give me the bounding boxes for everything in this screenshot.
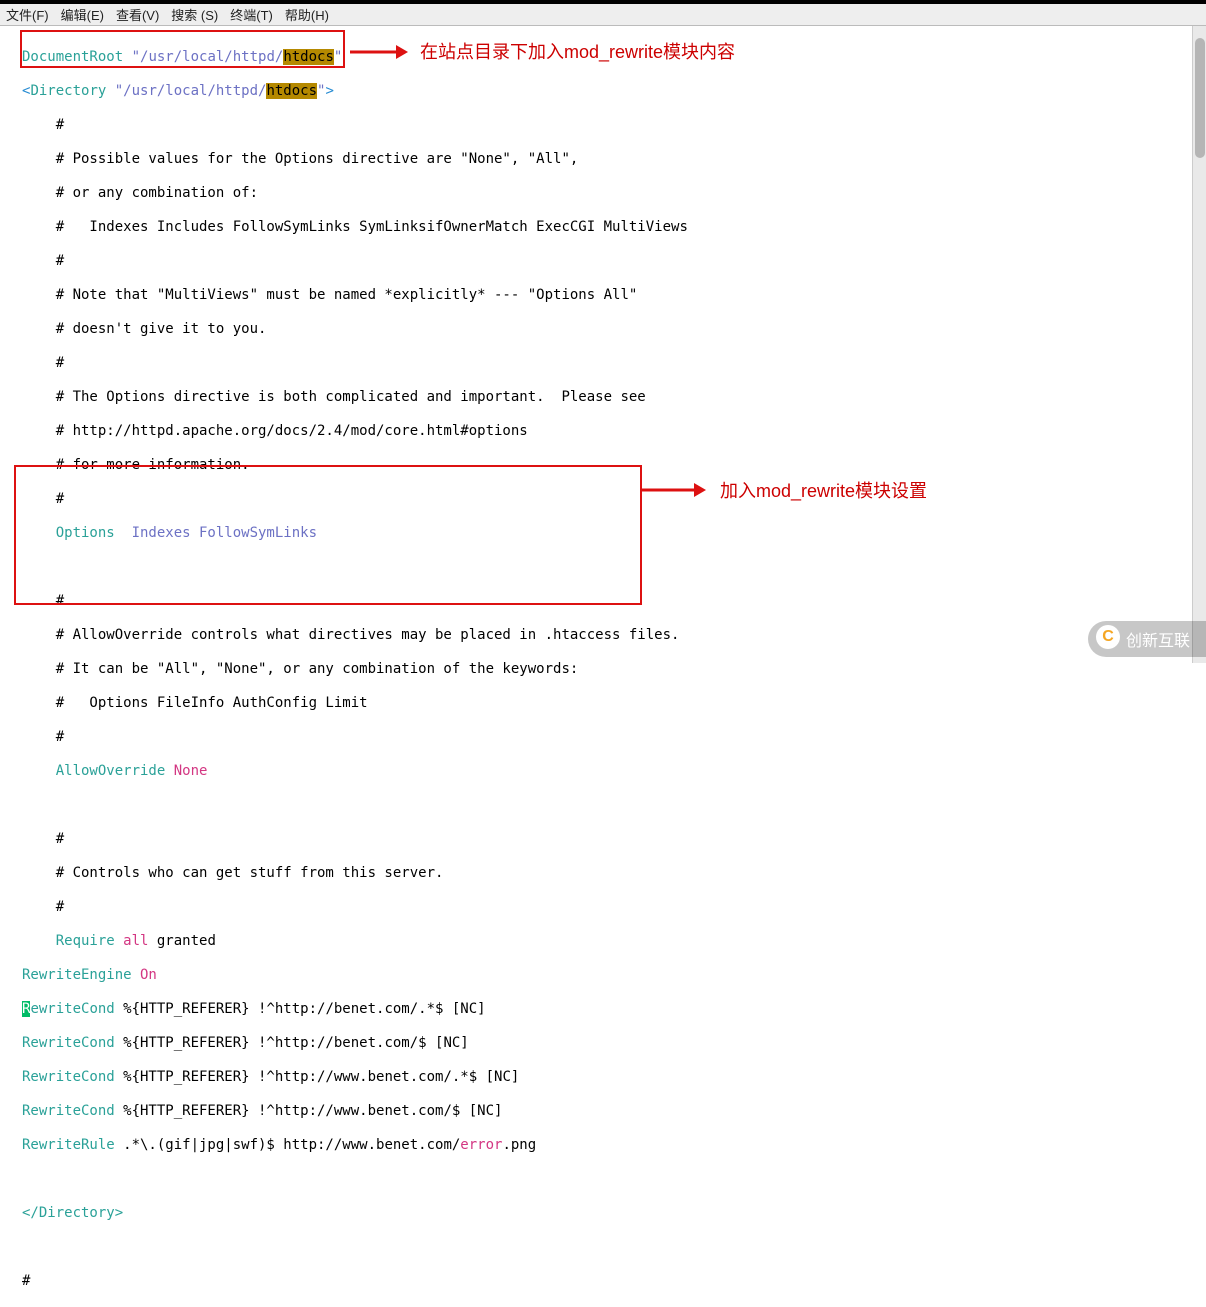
comment-line: # It can be "All", "None", or any combin… xyxy=(22,661,1206,678)
docroot-htdocs-highlight: htdocs xyxy=(283,49,334,65)
directive-allowoverride: AllowOverride xyxy=(22,763,165,779)
menu-edit[interactable]: 编辑(E) xyxy=(61,5,104,24)
comment-line: # xyxy=(22,491,1206,508)
annotation-text-2: 加入mod_rewrite模块设置 xyxy=(720,477,927,503)
options-value: Indexes FollowSymLinks xyxy=(115,525,317,541)
rewrite-cond-args: %{HTTP_REFERER} !^http://benet.com/.*$ [… xyxy=(115,1001,486,1017)
docroot-path-suffix: " xyxy=(334,49,342,65)
directive-rewrite-cond: ewriteCond xyxy=(30,1001,114,1017)
docroot-path-prefix: "/usr/local/httpd/ xyxy=(132,49,284,65)
directive-rewrite-cond: RewriteCond xyxy=(22,1103,115,1119)
rewrite-engine-value: On xyxy=(132,967,157,983)
comment-line: # Options FileInfo AuthConfig Limit xyxy=(22,695,1206,712)
menu-help[interactable]: 帮助(H) xyxy=(285,5,329,24)
watermark-icon: C xyxy=(1096,625,1120,649)
watermark-text: 创新互联 xyxy=(1126,627,1190,651)
menu-search[interactable]: 搜索 (S) xyxy=(171,5,218,24)
allowoverride-value: None xyxy=(165,763,207,779)
menu-view[interactable]: 查看(V) xyxy=(116,5,159,24)
comment-line: # or any combination of: xyxy=(22,185,1206,202)
menu-file[interactable]: 文件(F) xyxy=(6,5,49,24)
comment-line: # for more information. xyxy=(22,457,1206,474)
menu-terminal[interactable]: 终端(T) xyxy=(230,5,273,24)
comment-line: # xyxy=(22,831,1206,848)
directive-directory: Directory xyxy=(30,83,106,99)
directory-path-prefix: "/usr/local/httpd/ xyxy=(106,83,266,99)
require-granted: granted xyxy=(148,933,215,949)
require-all: all xyxy=(115,933,149,949)
directory-close-tag: </Directory> xyxy=(22,1205,123,1221)
directive-require: Require xyxy=(22,933,115,949)
directive-documentroot: DocumentRoot xyxy=(22,49,123,65)
comment-line: # xyxy=(22,355,1206,372)
comment-line: # AllowOverride controls what directives… xyxy=(22,627,1206,644)
blank-line xyxy=(22,559,1206,576)
comment-line: # xyxy=(22,117,1206,134)
comment-line: # xyxy=(22,899,1206,916)
comment-line: # http://httpd.apache.org/docs/2.4/mod/c… xyxy=(22,423,1206,440)
menubar: 文件(F) 编辑(E) 查看(V) 搜索 (S) 终端(T) 帮助(H) xyxy=(0,4,1206,26)
blank-line xyxy=(22,797,1206,814)
trailing-hash: # xyxy=(22,1273,1206,1290)
scrollbar[interactable] xyxy=(1192,26,1206,663)
comment-line: # Indexes Includes FollowSymLinks SymLin… xyxy=(22,219,1206,236)
directive-rewrite-cond: RewriteCond xyxy=(22,1035,115,1051)
scrollbar-thumb[interactable] xyxy=(1195,38,1205,158)
rewrite-cond-args: %{HTTP_REFERER} !^http://benet.com/$ [NC… xyxy=(115,1035,469,1051)
comment-line: # xyxy=(22,593,1206,610)
annotation-text-1: 在站点目录下加入mod_rewrite模块内容 xyxy=(420,38,735,64)
comment-line: # The Options directive is both complica… xyxy=(22,389,1206,406)
directory-open-gt: > xyxy=(325,83,333,99)
comment-line: # xyxy=(22,729,1206,746)
rewrite-cond-args: %{HTTP_REFERER} !^http://www.benet.com/.… xyxy=(115,1069,520,1085)
rewrite-cond-args: %{HTTP_REFERER} !^http://www.benet.com/$… xyxy=(115,1103,503,1119)
directive-options: Options xyxy=(22,525,115,541)
comment-line: # Note that "MultiViews" must be named *… xyxy=(22,287,1206,304)
watermark-badge: C 创新互联 xyxy=(1088,621,1206,657)
directive-rewrite-rule: RewriteRule xyxy=(22,1137,115,1153)
rewrite-rule-error: error xyxy=(460,1137,502,1153)
cursor: R xyxy=(22,1001,30,1017)
directive-rewrite-cond: RewriteCond xyxy=(22,1069,115,1085)
comment-line: # Controls who can get stuff from this s… xyxy=(22,865,1206,882)
rewrite-rule-pre: .*\.(gif|jpg|swf)$ http://www.benet.com/ xyxy=(115,1137,461,1153)
comment-line: # Possible values for the Options direct… xyxy=(22,151,1206,168)
comment-line: # xyxy=(22,253,1206,270)
arrow-icon xyxy=(642,480,706,500)
rewrite-rule-post: .png xyxy=(502,1137,536,1153)
arrow-icon xyxy=(350,42,408,62)
directive-rewrite-engine: RewriteEngine xyxy=(22,967,132,983)
comment-line: # doesn't give it to you. xyxy=(22,321,1206,338)
directory-htdocs-highlight: htdocs xyxy=(266,83,317,99)
editor-area[interactable]: DocumentRoot "/usr/local/httpd/htdocs" <… xyxy=(0,26,1206,1307)
